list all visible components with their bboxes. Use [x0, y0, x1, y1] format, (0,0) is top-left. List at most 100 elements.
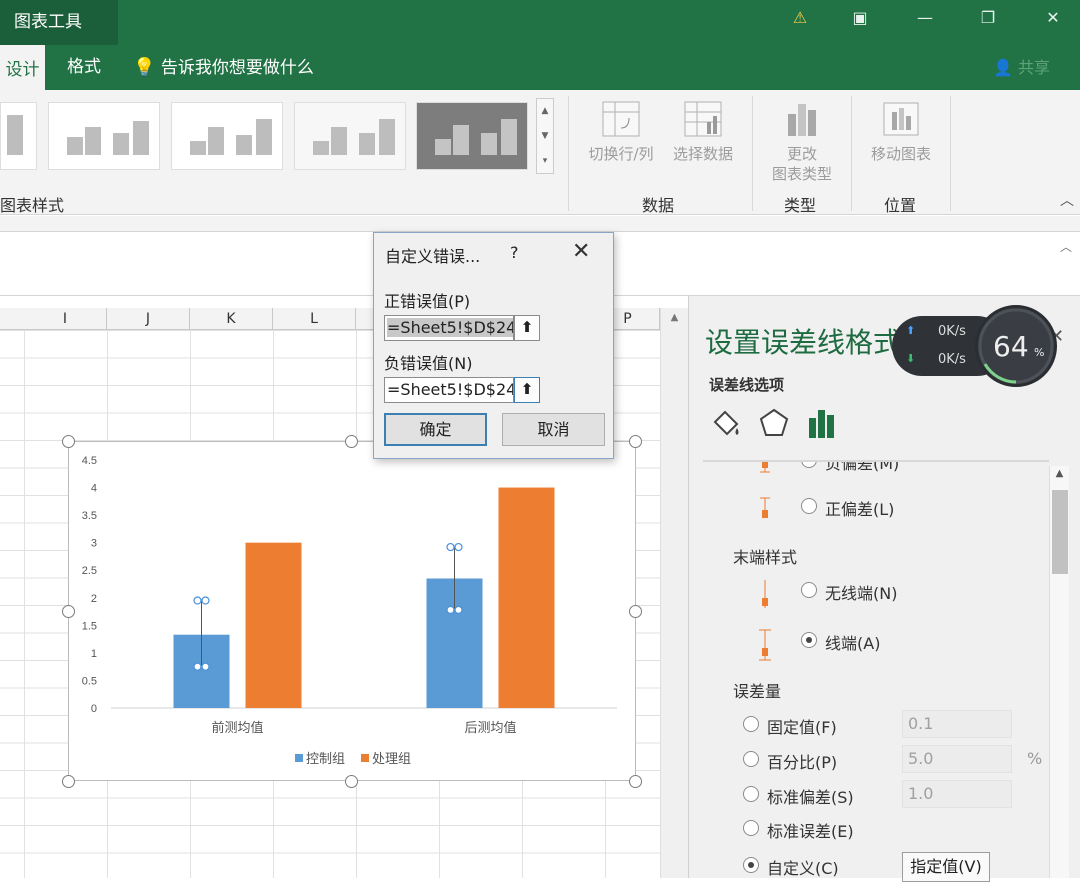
- error-bar-handle: [454, 605, 463, 615]
- gauge-percent: 64: [993, 330, 1029, 363]
- column-header-l[interactable]: L: [273, 308, 356, 330]
- formula-collapse-icon[interactable]: ︿: [1060, 238, 1072, 255]
- minus-radio[interactable]: [801, 462, 817, 468]
- tab-design[interactable]: 设计: [0, 45, 45, 90]
- negative-error-input[interactable]: =Sheet5!$D$24: [384, 377, 514, 403]
- move-chart-label: 移动图表: [870, 145, 931, 163]
- restore-icon[interactable]: ❐: [973, 8, 1003, 27]
- tell-me-box[interactable]: 💡 告诉我你想要做什么: [133, 45, 314, 90]
- y-tick-label: 1.5: [82, 620, 97, 632]
- custom-radio[interactable]: [743, 857, 759, 873]
- download-speed: 0K/s: [938, 352, 966, 367]
- y-tick-label: 0: [91, 703, 97, 715]
- pane-options-list: 负偏差(M) 正偏差(L) 末端样式 无线端(N) 线端(A) 误差量 固定值(…: [689, 462, 1049, 878]
- dialog-title: 自定义错误...: [385, 247, 481, 266]
- chart-plot: 0 0.5 1 1.5 2 2.5 3 3.5 4 4.5 前测均值 后测均值控制组 处理组: [82, 455, 617, 766]
- select-data-icon: [683, 100, 723, 138]
- move-chart-button[interactable]: 移动图表: [864, 100, 938, 164]
- gallery-scroll[interactable]: ▲ ▼ ▾: [536, 98, 554, 174]
- resize-handle[interactable]: [62, 605, 75, 618]
- positive-error-input[interactable]: =Sheet5!$D$24: [384, 315, 514, 341]
- ribbon-display-options-icon[interactable]: ▣: [845, 8, 875, 27]
- ribbon-tabs: 设计 格式 💡 告诉我你想要做什么 👤 共享: [0, 45, 1080, 90]
- close-icon[interactable]: ✕: [1038, 8, 1068, 27]
- bar-treatment: [498, 487, 555, 708]
- std-error-radio[interactable]: [743, 820, 759, 836]
- collapse-ribbon-icon[interactable]: ︿: [1060, 190, 1074, 210]
- title-bar: 图表工具 ⚠ ▣ — ❐ ✕: [0, 0, 1080, 45]
- legend-label: 处理组: [372, 751, 411, 766]
- negative-error-label: 负错误值(N): [384, 354, 473, 373]
- no-cap-radio[interactable]: [801, 582, 817, 598]
- legend-label: 控制组: [306, 751, 345, 766]
- y-tick-label: 2: [91, 593, 97, 605]
- warning-icon[interactable]: ⚠: [785, 8, 815, 27]
- legend-swatch: [295, 754, 303, 762]
- chart-style-thumb[interactable]: [0, 102, 37, 170]
- error-bar-handle: [446, 542, 455, 552]
- sheet-vertical-scrollbar[interactable]: ▲: [660, 308, 688, 878]
- help-icon[interactable]: ?: [510, 243, 519, 262]
- y-tick-label: 2.5: [82, 565, 97, 577]
- resize-handle[interactable]: [629, 775, 642, 788]
- pane-scroll-thumb[interactable]: [1052, 490, 1068, 574]
- fill-line-icon[interactable]: [709, 406, 743, 440]
- error-bar-options-icon[interactable]: [805, 406, 839, 440]
- collapse-range-icon[interactable]: ⬆: [514, 377, 540, 403]
- error-bar-options-label: 误差线选项: [709, 376, 785, 394]
- ok-button[interactable]: 确定: [384, 413, 487, 446]
- fixed-value-input[interactable]: 0.1: [902, 710, 1012, 738]
- error-bar-handle: [446, 605, 455, 615]
- switch-row-column-icon: [601, 100, 641, 138]
- category-label: 后测均值: [464, 720, 516, 735]
- chart-style-thumb[interactable]: [171, 102, 283, 170]
- chart-area[interactable]: 0 0.5 1 1.5 2 2.5 3 3.5 4 4.5 前测均值 后测均值 控制组 处理组: [68, 441, 636, 781]
- upload-arrow-icon: ⬆: [906, 324, 916, 337]
- fixed-value-radio[interactable]: [743, 716, 759, 732]
- resize-handle[interactable]: [629, 435, 642, 448]
- end-style-label: 末端样式: [733, 548, 798, 567]
- switch-row-column-button[interactable]: 切换行/列: [582, 100, 660, 164]
- y-tick-label: 3: [91, 538, 97, 550]
- share-button[interactable]: 👤 共享: [993, 45, 1050, 90]
- resize-handle[interactable]: [629, 605, 642, 618]
- column-header-j[interactable]: J: [107, 308, 190, 330]
- plus-radio[interactable]: [801, 498, 817, 514]
- bar-treatment: [245, 542, 302, 708]
- change-chart-type-button[interactable]: 更改 图表类型: [764, 100, 840, 184]
- column-header-k[interactable]: K: [190, 308, 273, 330]
- std-dev-radio[interactable]: [743, 786, 759, 802]
- share-label: 共享: [1017, 58, 1050, 77]
- y-tick-label: 3.5: [82, 510, 97, 522]
- resize-handle[interactable]: [62, 435, 75, 448]
- cancel-button[interactable]: 取消: [502, 413, 605, 446]
- chart-style-thumb[interactable]: [48, 102, 160, 170]
- error-bar-handle: [193, 662, 202, 671]
- collapse-range-icon[interactable]: ⬆: [514, 315, 540, 341]
- effects-icon[interactable]: [757, 406, 791, 440]
- change-chart-type-label-2: 图表类型: [771, 165, 832, 183]
- column-header-i[interactable]: I: [24, 308, 107, 330]
- resize-handle[interactable]: [62, 775, 75, 788]
- percentage-radio[interactable]: [743, 751, 759, 767]
- chart-style-thumb[interactable]: [416, 102, 528, 170]
- change-chart-type-icon: [782, 100, 822, 138]
- chart-style-thumb[interactable]: [294, 102, 406, 170]
- memory-usage-gauge[interactable]: 64 %: [975, 305, 1057, 387]
- cap-radio[interactable]: [801, 632, 817, 648]
- tab-format[interactable]: 格式: [50, 45, 118, 90]
- select-data-button[interactable]: 选择数据: [664, 100, 742, 164]
- percentage-input[interactable]: 5.0: [902, 745, 1012, 773]
- select-data-label: 选择数据: [672, 145, 733, 163]
- pane-scrollbar[interactable]: ▲: [1049, 466, 1069, 878]
- resize-handle[interactable]: [345, 435, 358, 448]
- error-amount-label: 误差量: [733, 682, 782, 701]
- minimize-icon[interactable]: —: [910, 8, 940, 27]
- close-icon[interactable]: ✕: [572, 239, 590, 264]
- resize-handle[interactable]: [345, 775, 358, 788]
- y-tick-label: 0.5: [82, 675, 97, 687]
- error-bar-handle: [193, 596, 202, 605]
- error-bar-handle: [201, 662, 210, 671]
- std-dev-input[interactable]: 1.0: [902, 780, 1012, 808]
- minus-label: 负偏差(M): [825, 462, 900, 473]
